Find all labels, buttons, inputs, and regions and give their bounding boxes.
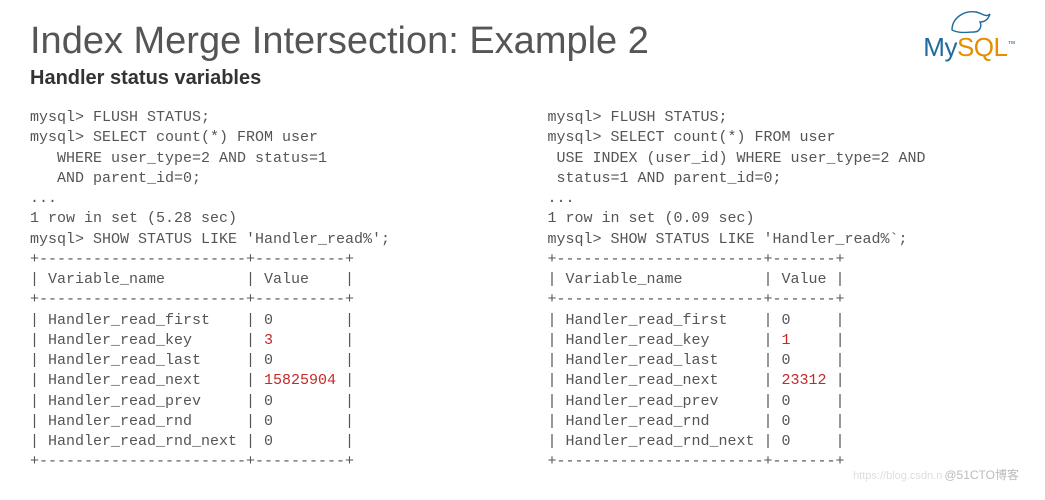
left-terminal: mysql> FLUSH STATUS; mysql> SELECT count… — [30, 108, 498, 473]
watermark: https://blog.csdn.n@51CTO博客 — [853, 466, 1019, 483]
watermark-csdn: https://blog.csdn.n — [853, 470, 942, 482]
logo-sql: SQL — [957, 32, 1008, 62]
mysql-logo: MySQL™ — [923, 12, 1015, 63]
watermark-cto: @51CTO博客 — [944, 468, 1019, 482]
page-subtitle: Handler status variables — [30, 67, 1015, 90]
page-title: Index Merge Intersection: Example 2 — [30, 20, 1015, 63]
left-column: mysql> FLUSH STATUS; mysql> SELECT count… — [30, 108, 498, 473]
logo-tm: ™ — [1008, 39, 1016, 48]
right-terminal: mysql> FLUSH STATUS; mysql> SELECT count… — [548, 108, 1016, 473]
logo-my: My — [923, 32, 957, 62]
right-column: mysql> FLUSH STATUS; mysql> SELECT count… — [548, 108, 1016, 473]
content-columns: mysql> FLUSH STATUS; mysql> SELECT count… — [30, 108, 1015, 473]
